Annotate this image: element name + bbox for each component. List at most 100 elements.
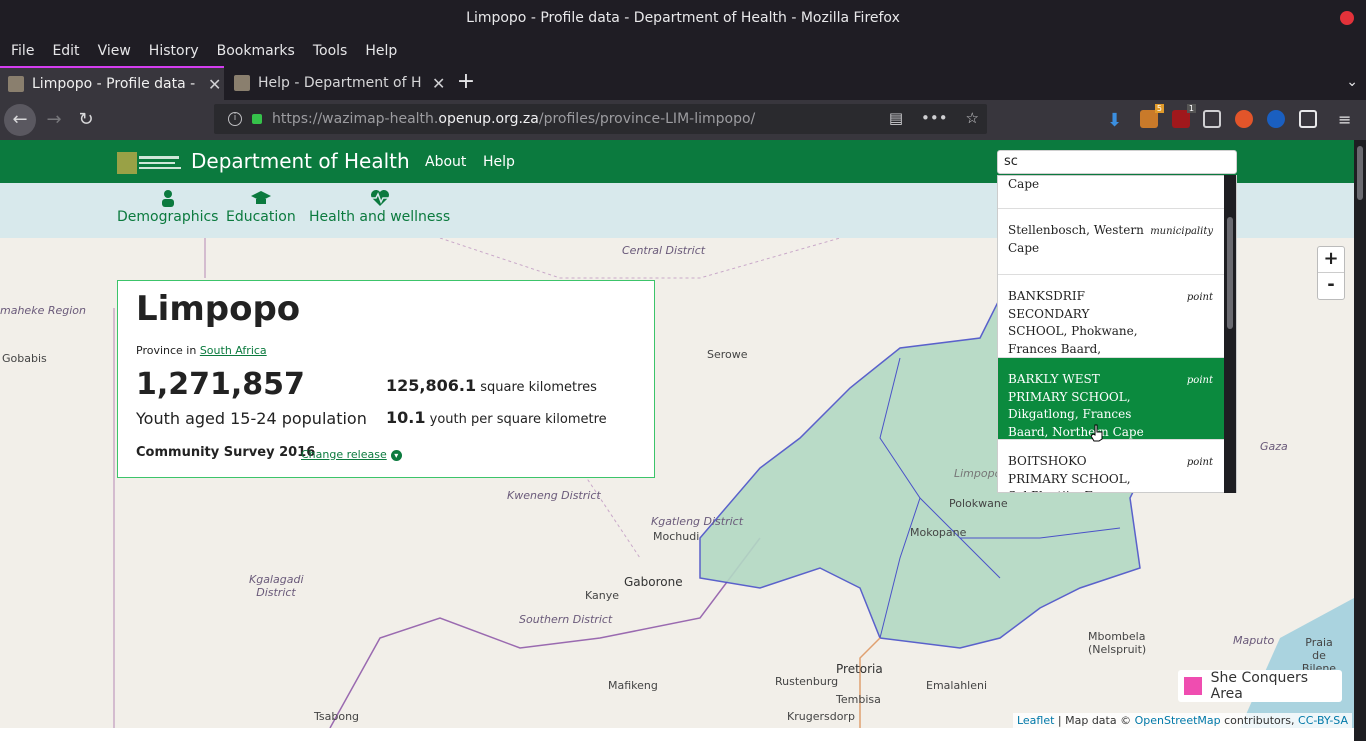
close-tab-icon[interactable]: ✕ bbox=[208, 75, 221, 94]
page-scrollbar[interactable] bbox=[1354, 140, 1366, 741]
extension-fox-icon[interactable] bbox=[1235, 110, 1253, 128]
headline-label: Youth aged 15-24 population bbox=[136, 409, 367, 428]
nav-help[interactable]: Help bbox=[483, 154, 515, 170]
zoom-in-button[interactable]: + bbox=[1318, 247, 1344, 273]
menu-history[interactable]: History bbox=[142, 43, 206, 59]
leaflet-link[interactable]: Leaflet bbox=[1017, 714, 1054, 727]
bookmark-star-icon[interactable]: ☆ bbox=[966, 109, 979, 127]
map-label: Polokwane bbox=[949, 497, 1008, 510]
map-label: maheke Region bbox=[0, 304, 86, 317]
map-attribution: Leaflet | Map data © OpenStreetMap contr… bbox=[1012, 713, 1352, 728]
favicon-icon bbox=[234, 75, 250, 91]
favicon-icon bbox=[8, 76, 24, 92]
dropdown-scrollbar[interactable] bbox=[1224, 175, 1236, 493]
search-input[interactable]: sc bbox=[997, 150, 1237, 174]
heartbeat-icon bbox=[370, 190, 389, 206]
window-titlebar: Limpopo - Profile data - Department of H… bbox=[0, 0, 1366, 36]
topic-health[interactable]: Health and wellness bbox=[309, 189, 450, 225]
search-result[interactable]: BOITSHOKO PRIMARY SCHOOL, Sol Plaatjie, … bbox=[998, 440, 1225, 492]
map-label: Tsabong bbox=[314, 710, 360, 723]
map-legend: She Conquers Area bbox=[1178, 670, 1342, 702]
change-release-link[interactable]: Change release ▾ bbox=[301, 448, 402, 461]
map-label: Gaborone bbox=[624, 575, 683, 589]
zoom-out-button[interactable]: - bbox=[1318, 273, 1344, 299]
url-text[interactable]: https://wazimap-health.openup.org.za/pro… bbox=[272, 111, 755, 127]
chevron-down-icon: ▾ bbox=[390, 450, 402, 461]
map-label: Mbombela (Nelspruit) bbox=[1088, 630, 1147, 656]
search-result[interactable]: Stellenbosch, Western Cape municipality bbox=[998, 209, 1225, 275]
hand-cursor-icon bbox=[1090, 424, 1103, 442]
nav-about[interactable]: About bbox=[425, 154, 466, 170]
coat-of-arms-logo[interactable] bbox=[117, 150, 183, 176]
legend-swatch bbox=[1184, 677, 1202, 695]
map-label: Kgalagadi District bbox=[249, 573, 304, 599]
topic-education[interactable]: Education bbox=[226, 189, 296, 225]
window-title: Limpopo - Profile data - Department of H… bbox=[466, 10, 900, 26]
forward-button[interactable]: → bbox=[38, 104, 70, 136]
osm-link[interactable]: OpenStreetMap bbox=[1135, 714, 1221, 727]
map-label: Krugersdorp bbox=[787, 710, 855, 723]
web-page: Department of Health About Help sc Demog… bbox=[0, 140, 1354, 728]
site-name[interactable]: Department of Health bbox=[191, 149, 410, 173]
downloads-icon[interactable]: ⬇ bbox=[1107, 110, 1125, 131]
search-result-highlighted[interactable]: BARKLY WEST PRIMARY SCHOOL, Dikgatlong, … bbox=[998, 358, 1225, 440]
zoom-control: + - bbox=[1317, 246, 1345, 300]
map-label: Rustenburg bbox=[775, 675, 839, 688]
graduation-cap-icon bbox=[250, 191, 271, 204]
page-actions-icon[interactable]: ••• bbox=[921, 109, 948, 127]
ublock-icon[interactable]: 1 bbox=[1172, 104, 1196, 128]
navigation-toolbar: ← → ↻ i https://wazimap-health.openup.or… bbox=[0, 100, 1366, 140]
density-stat: 10.1 youth per square kilometre bbox=[386, 408, 607, 427]
extension-s-icon[interactable] bbox=[1267, 110, 1285, 128]
search-result[interactable]: Cape bbox=[998, 176, 1225, 209]
map-label: Kgatleng District bbox=[651, 515, 744, 528]
tab-label: Limpopo - Profile data - Department of H… bbox=[32, 76, 198, 92]
map-label: Maputo bbox=[1233, 634, 1275, 647]
map-label: Kanye bbox=[585, 589, 620, 602]
site-info-icon[interactable]: i bbox=[228, 112, 242, 126]
extension-icon[interactable]: 5 bbox=[1140, 104, 1164, 128]
reader-view-icon[interactable]: ▤ bbox=[889, 109, 903, 127]
close-tab-icon[interactable]: ✕ bbox=[432, 74, 445, 93]
menu-edit[interactable]: Edit bbox=[45, 43, 86, 59]
map-label: Tembisa bbox=[836, 693, 881, 706]
extension-panel-icon[interactable] bbox=[1299, 110, 1317, 128]
reload-button[interactable]: ↻ bbox=[70, 104, 102, 136]
license-link[interactable]: CC-BY-SA bbox=[1298, 714, 1348, 727]
menu-file[interactable]: File bbox=[4, 43, 41, 59]
headline-value: 1,271,857 bbox=[136, 367, 305, 402]
url-bar[interactable]: i https://wazimap-health.openup.org.za/p… bbox=[214, 104, 987, 134]
map-label: Central District bbox=[622, 244, 706, 257]
map-label: Limpopo bbox=[954, 467, 1002, 480]
map-label: Gobabis bbox=[2, 352, 47, 365]
sidebar-icon[interactable] bbox=[1203, 110, 1221, 128]
topic-demographics[interactable]: Demographics bbox=[117, 189, 218, 225]
profile-type: Province in South Africa bbox=[136, 344, 267, 357]
menu-view[interactable]: View bbox=[91, 43, 138, 59]
map-label: Pretoria bbox=[836, 662, 883, 676]
list-tabs-icon[interactable]: ⌄ bbox=[1346, 74, 1358, 90]
parent-geo-link[interactable]: South Africa bbox=[200, 344, 267, 357]
release-name: Community Survey 2016 bbox=[136, 445, 316, 460]
profile-title: Limpopo bbox=[136, 289, 301, 329]
tab-limpopo[interactable]: Limpopo - Profile data - Department of H… bbox=[0, 66, 224, 100]
menu-help[interactable]: Help bbox=[358, 43, 404, 59]
area-stat: 125,806.1 square kilometres bbox=[386, 376, 597, 395]
map-label: Mafikeng bbox=[608, 679, 658, 692]
new-tab-button[interactable]: + bbox=[455, 66, 477, 100]
map-label: Mochudi bbox=[653, 530, 700, 543]
tab-help[interactable]: Help - Department of Health ✕ bbox=[226, 66, 448, 100]
menu-bar: File Edit View History Bookmarks Tools H… bbox=[0, 36, 1366, 66]
menu-tools[interactable]: Tools bbox=[306, 43, 355, 59]
person-icon bbox=[161, 190, 174, 207]
hamburger-menu-icon[interactable]: ≡ bbox=[1338, 110, 1356, 129]
map-label: Gaza bbox=[1260, 440, 1288, 453]
legend-label: She Conquers Area bbox=[1210, 670, 1309, 702]
lock-icon bbox=[252, 114, 262, 124]
window-close-button[interactable] bbox=[1340, 11, 1354, 25]
menu-bookmarks[interactable]: Bookmarks bbox=[210, 43, 302, 59]
search-result[interactable]: BANKSDRIF SECONDARY SCHOOL, Phokwane, Fr… bbox=[998, 275, 1225, 373]
map-label: Serowe bbox=[707, 348, 748, 361]
back-button[interactable]: ← bbox=[4, 104, 36, 136]
map-label: Mokopane bbox=[910, 526, 967, 539]
